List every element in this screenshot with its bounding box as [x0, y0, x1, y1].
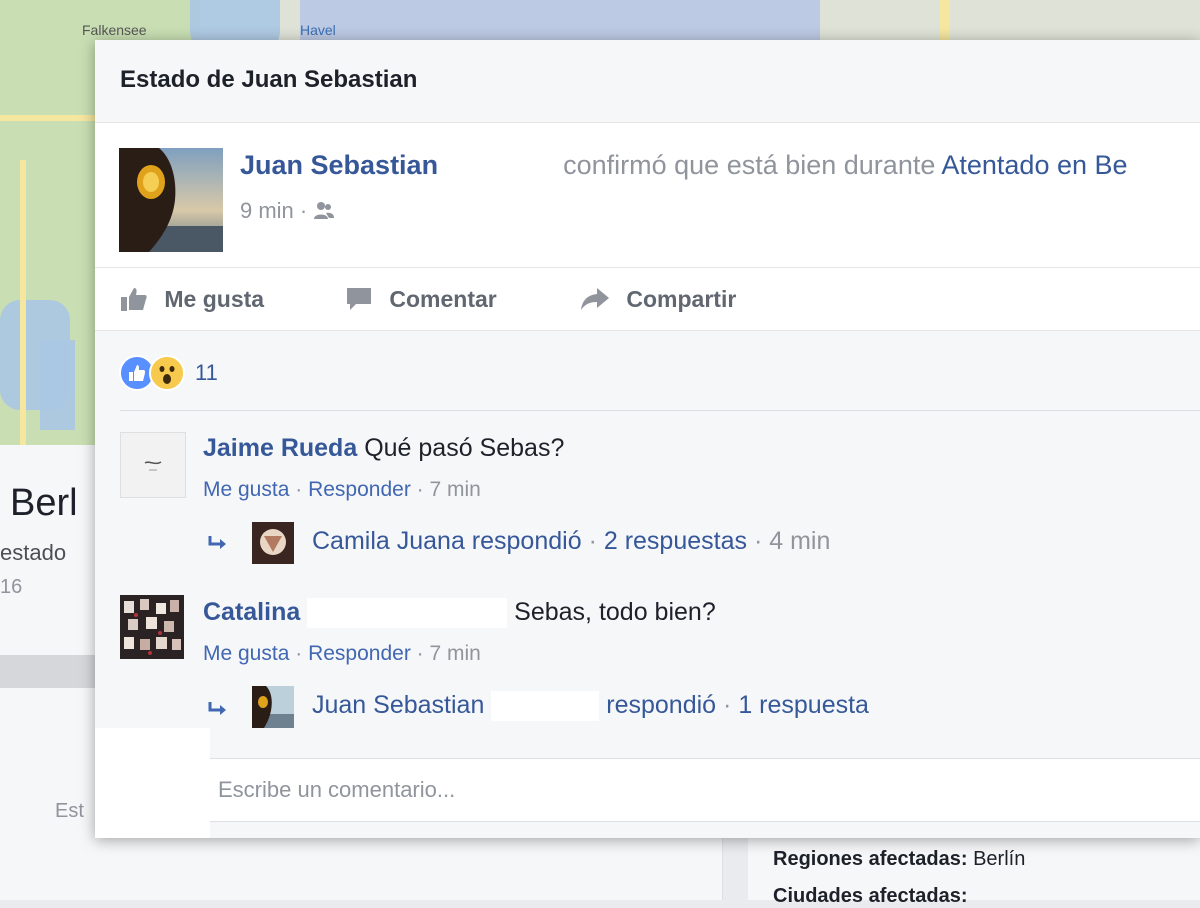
comment-reply-link[interactable]: Responder	[308, 478, 411, 501]
post-meta: 9 min ·	[240, 198, 335, 224]
comment-like-link[interactable]: Me gusta	[203, 642, 289, 665]
divider	[120, 410, 1200, 411]
like-button[interactable]: Me gusta	[120, 286, 264, 313]
reaction-count[interactable]: 11	[195, 360, 218, 386]
comment-avatar[interactable]	[120, 595, 184, 659]
background-ciudades: Ciudades afectadas:	[773, 885, 968, 907]
post-time[interactable]: 9 min	[240, 198, 294, 223]
post-author-name[interactable]: Juan Sebastian	[240, 150, 438, 180]
comment-input[interactable]	[216, 771, 1180, 809]
comment-avatar[interactable]	[120, 432, 186, 498]
friends-icon[interactable]	[313, 198, 335, 223]
reply-author-text[interactable]: Camila Juana respondió	[312, 527, 582, 555]
background-subtitle: estado	[0, 540, 67, 565]
reply-arrow-icon	[207, 534, 231, 559]
redacted-surname	[307, 598, 508, 629]
wow-reaction-icon	[149, 355, 185, 391]
redacted-composer-avatar	[95, 728, 210, 838]
redacted-surname	[491, 691, 600, 722]
share-arrow-icon	[580, 286, 626, 312]
like-label: Me gusta	[164, 286, 265, 312]
reply-summary[interactable]: Camila Juana respondió · 2 respuestas · …	[312, 527, 830, 556]
comment-text: Qué pasó Sebas?	[364, 434, 565, 462]
comment-text: Sebas, todo bien?	[514, 598, 716, 626]
reply-verb[interactable]: respondió	[606, 691, 716, 719]
comment-author[interactable]: Catalina	[203, 598, 300, 626]
thumbs-up-icon	[120, 286, 164, 312]
divider	[95, 267, 1200, 268]
reply-avatar[interactable]	[252, 522, 294, 564]
comment-time[interactable]: 7 min	[430, 642, 481, 665]
comment-label: Comentar	[389, 286, 497, 312]
share-label: Compartir	[626, 286, 737, 312]
reply-count[interactable]: 1 respuesta	[738, 691, 869, 719]
reply-avatar[interactable]	[252, 686, 294, 728]
post-text: confirmó que está bien durante	[563, 150, 936, 180]
comment-meta: Me gusta · Responder · 7 min	[203, 478, 481, 501]
comment-like-link[interactable]: Me gusta	[203, 478, 289, 501]
dialog-header: Estado de Juan Sebastian	[95, 40, 1200, 123]
status-dialog: Estado de Juan Sebastian Juan Sebastian …	[95, 40, 1200, 838]
post-author-avatar[interactable]	[119, 148, 223, 252]
comment-reply-link[interactable]: Responder	[308, 642, 411, 665]
background-regiones: Regiones afectadas: Berlín	[773, 848, 1026, 870]
map-label-falkensee: Falkensee	[82, 22, 147, 38]
post-headline: Juan Sebastian confirmó que está bien du…	[240, 150, 1128, 182]
comment-time[interactable]: 7 min	[430, 478, 481, 501]
comment-icon	[345, 286, 389, 312]
redacted-surname	[445, 151, 556, 182]
event-link[interactable]: Atentado en Be	[941, 150, 1127, 180]
reply-author-text[interactable]: Juan Sebastian	[312, 691, 484, 719]
dialog-title: Estado de Juan Sebastian	[120, 66, 418, 93]
reply-count[interactable]: 2 respuestas	[604, 527, 747, 555]
comment-button[interactable]: Comentar	[345, 286, 497, 313]
background-page-title: Berl	[10, 482, 78, 524]
map-label-havel: Havel	[300, 22, 336, 38]
comment-meta: Me gusta · Responder · 7 min	[203, 642, 481, 665]
reply-time: 4 min	[769, 527, 831, 555]
comment-composer	[210, 758, 1200, 822]
reply-arrow-icon	[207, 700, 231, 725]
comment-body: Catalina Sebas, todo bien?	[203, 598, 716, 629]
comment-author[interactable]: Jaime Rueda	[203, 434, 357, 462]
background-status-button[interactable]: Est	[55, 800, 84, 823]
background-date: 16	[0, 576, 23, 598]
comment-body: Jaime Rueda Qué pasó Sebas?	[203, 434, 564, 463]
share-button[interactable]: Compartir	[580, 286, 736, 313]
reply-summary[interactable]: Juan Sebastian respondió · 1 respuesta	[312, 691, 869, 722]
